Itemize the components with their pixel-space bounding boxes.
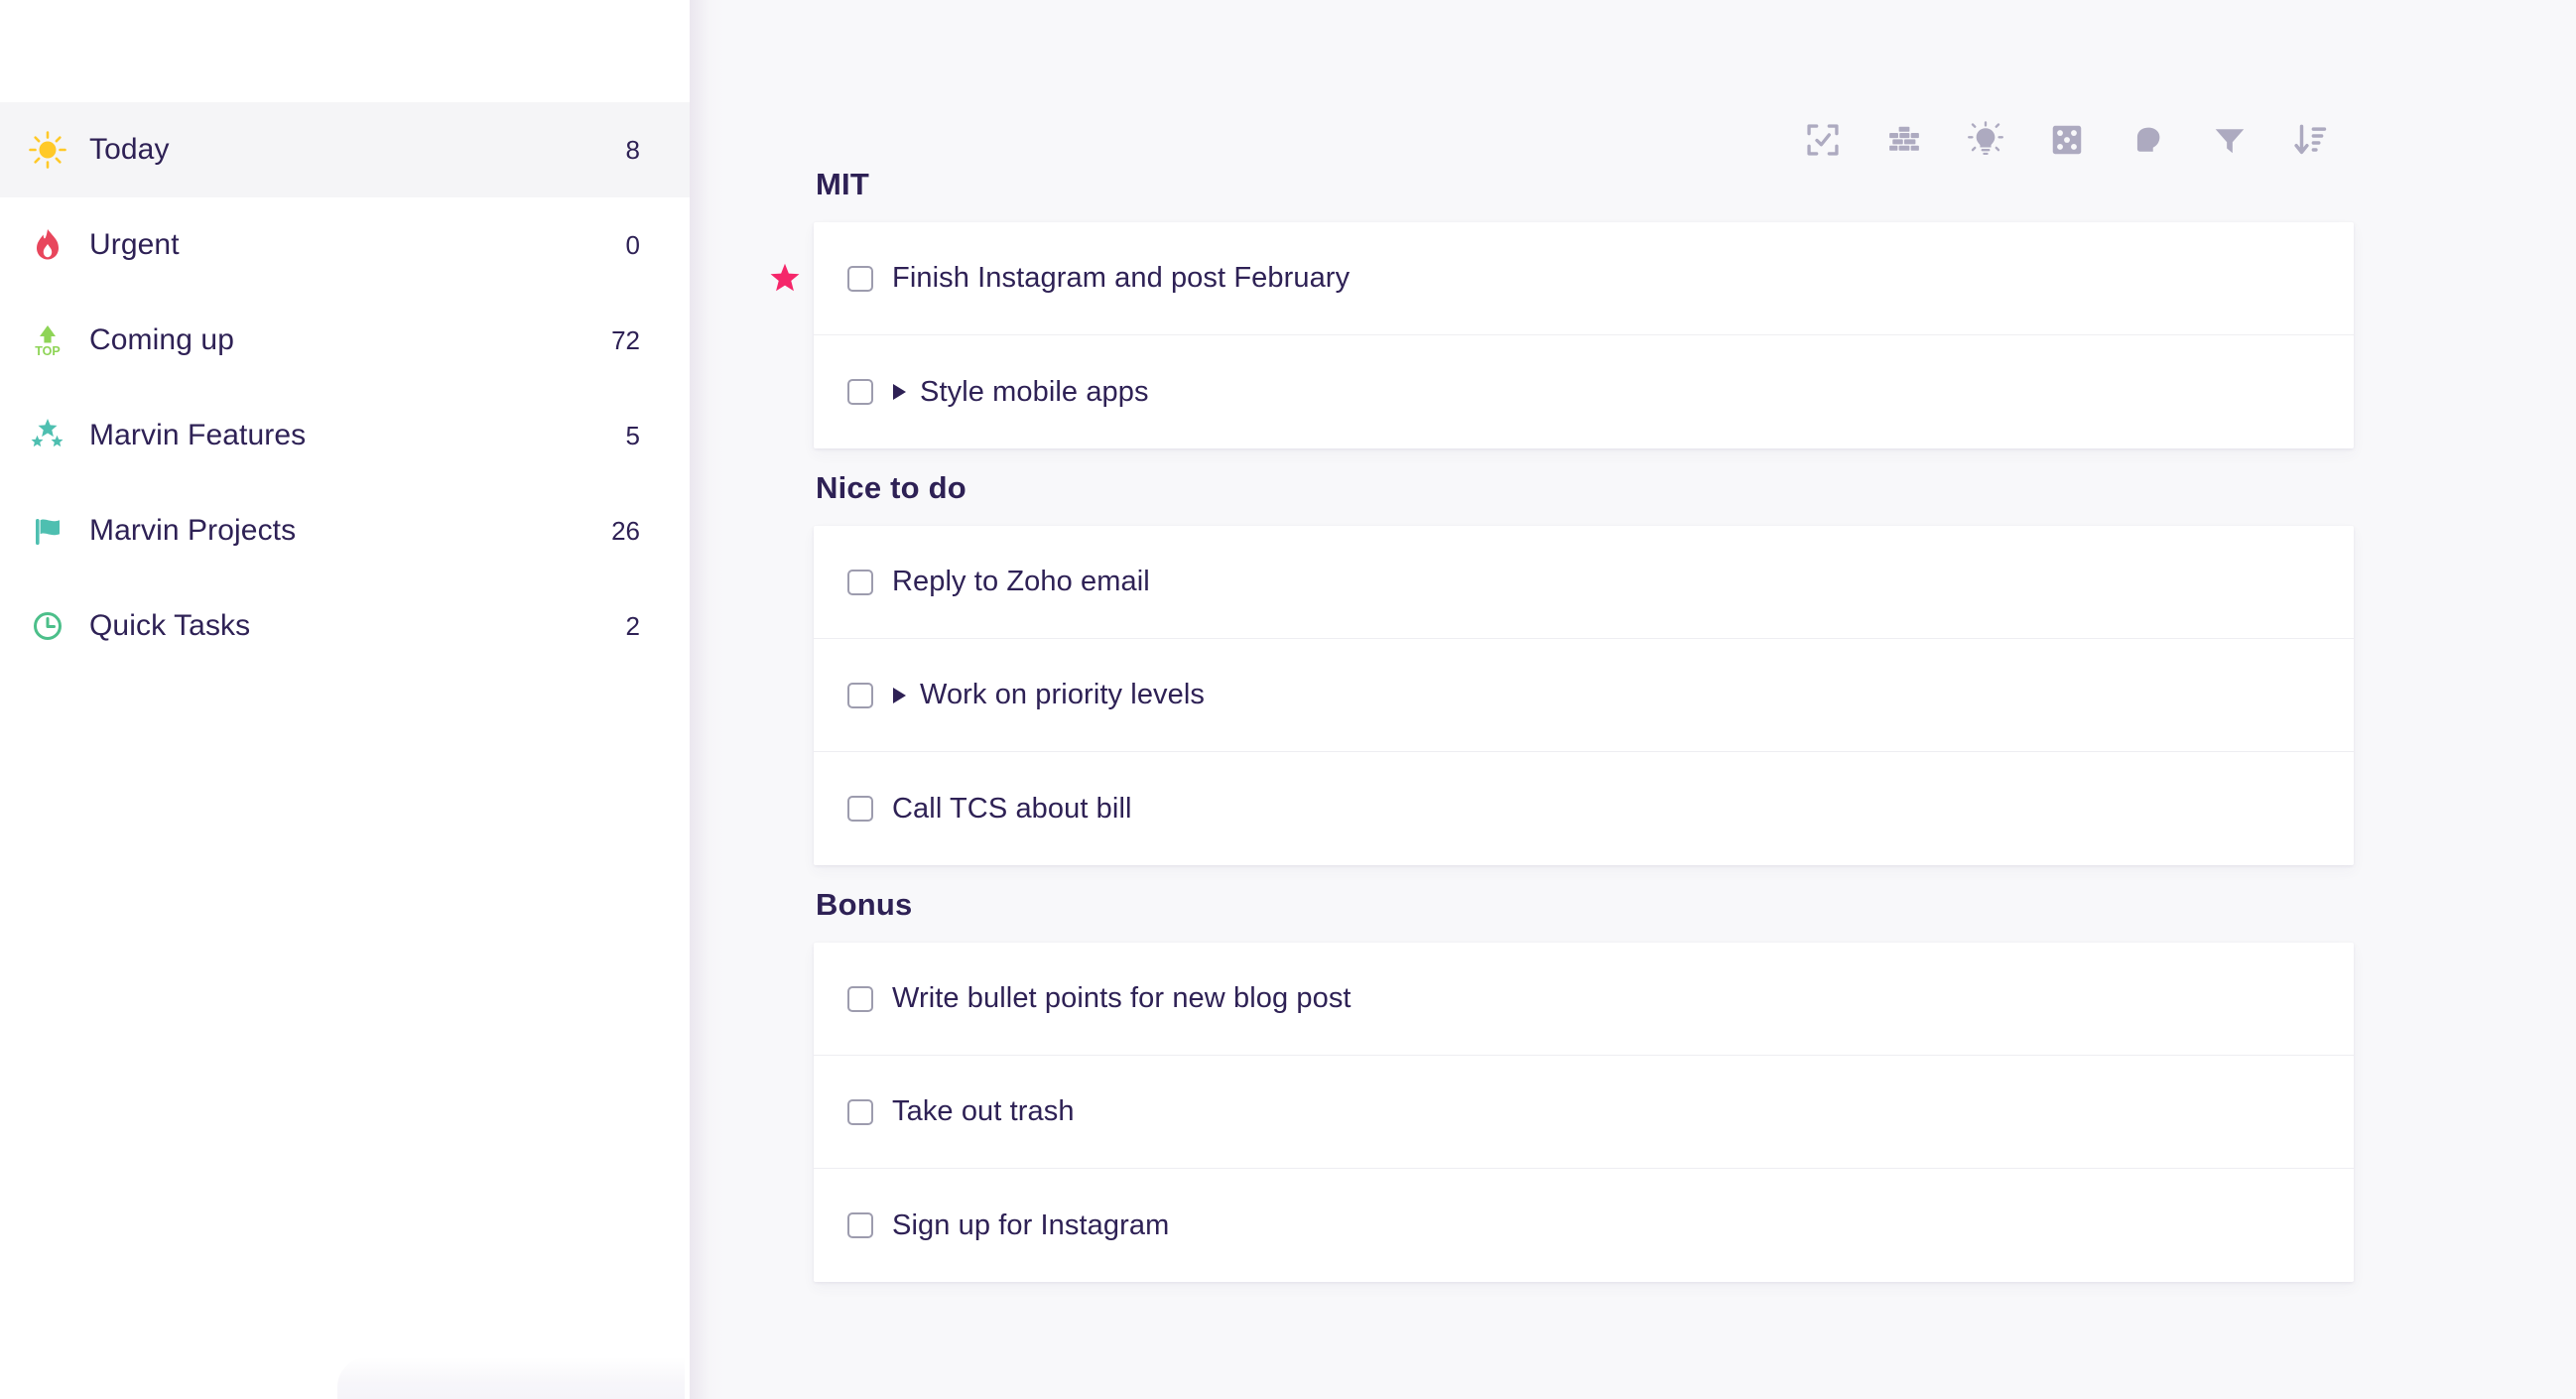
sidebar-item-label: Marvin Projects xyxy=(73,514,611,548)
svg-text:TOP: TOP xyxy=(35,344,60,358)
top-arrow-icon: TOP xyxy=(22,320,73,360)
app-root: Today8Urgent0TOPComing up72Marvin Featur… xyxy=(0,0,2576,1399)
task-title: Sign up for Instagram xyxy=(892,1209,1169,1242)
view-toolbar xyxy=(1802,117,2332,163)
chevron-right-icon[interactable] xyxy=(893,688,906,703)
three-stars-icon xyxy=(22,416,73,455)
task-title: Take out trash xyxy=(892,1095,1075,1128)
task-title: Reply to Zoho email xyxy=(892,566,1150,598)
sun-icon xyxy=(22,130,73,170)
task-row[interactable]: Work on priority levels xyxy=(814,639,2354,752)
task-row[interactable]: Sign up for Instagram xyxy=(814,1169,2354,1282)
task-title: Call TCS about bill xyxy=(892,793,1132,826)
task-section: Nice to do Reply to Zoho email Work on pri… xyxy=(814,470,2354,865)
focus-mode-icon[interactable] xyxy=(1802,117,1844,163)
sidebar-item-count: 0 xyxy=(626,230,662,261)
task-title: Write bullet points for new blog post xyxy=(892,982,1352,1015)
sidebar: Today8Urgent0TOPComing up72Marvin Featur… xyxy=(0,0,690,1399)
sidebar-item-count: 8 xyxy=(626,135,662,166)
task-checkbox[interactable] xyxy=(847,796,873,822)
sidebar-item-count: 2 xyxy=(626,611,662,642)
main-panel: MIT Finish Instagram and post February Sty… xyxy=(690,0,2576,1399)
task-list-container: MIT Finish Instagram and post February Sty… xyxy=(814,167,2354,1304)
sidebar-item-label: Quick Tasks xyxy=(73,609,626,643)
sidebar-nav-list: Today8Urgent0TOPComing up72Marvin Featur… xyxy=(0,102,690,674)
sidebar-header xyxy=(0,0,690,102)
task-row[interactable]: Style mobile apps xyxy=(814,335,2354,448)
task-checkbox[interactable] xyxy=(847,379,873,405)
section-title: MIT xyxy=(814,167,2354,222)
sidebar-item-label: Urgent xyxy=(73,228,626,262)
star-icon[interactable] xyxy=(767,261,803,297)
task-row[interactable]: Finish Instagram and post February xyxy=(814,222,2354,335)
sidebar-item-marvin-projects[interactable]: Marvin Projects26 xyxy=(0,483,690,578)
section-title: Nice to do xyxy=(814,470,2354,526)
task-checkbox[interactable] xyxy=(847,1099,873,1125)
sidebar-item-coming-up[interactable]: TOP Coming up72 xyxy=(0,293,690,388)
sidebar-item-count: 5 xyxy=(626,421,662,451)
sidebar-item-marvin-features[interactable]: Marvin Features5 xyxy=(0,388,690,483)
label-icon[interactable] xyxy=(2127,117,2169,163)
task-checkbox[interactable] xyxy=(847,1212,873,1238)
task-title: Work on priority levels xyxy=(920,679,1205,711)
clock-icon xyxy=(22,606,73,646)
sidebar-item-count: 72 xyxy=(611,325,662,356)
sidebar-item-today[interactable]: Today8 xyxy=(0,102,690,197)
task-checkbox[interactable] xyxy=(847,683,873,708)
task-title: Style mobile apps xyxy=(920,376,1149,409)
flag-icon xyxy=(22,511,73,551)
chevron-right-icon[interactable] xyxy=(893,384,906,400)
sidebar-item-quick-tasks[interactable]: Quick Tasks2 xyxy=(0,578,690,674)
task-card: Finish Instagram and post February Style … xyxy=(814,222,2354,448)
sidebar-bottom-fade xyxy=(337,1357,685,1399)
lightbulb-icon[interactable] xyxy=(1965,117,2006,163)
sidebar-item-label: Marvin Features xyxy=(73,419,626,452)
task-checkbox[interactable] xyxy=(847,986,873,1012)
task-row[interactable]: Take out trash xyxy=(814,1056,2354,1169)
task-row[interactable]: Write bullet points for new blog post xyxy=(814,943,2354,1056)
dice-icon[interactable] xyxy=(2046,117,2088,163)
task-card: Reply to Zoho email Work on priority leve… xyxy=(814,526,2354,865)
brick-wall-icon[interactable] xyxy=(1883,117,1925,163)
filter-icon[interactable] xyxy=(2209,117,2251,163)
task-card: Write bullet points for new blog post Tak… xyxy=(814,943,2354,1282)
task-row[interactable]: Reply to Zoho email xyxy=(814,526,2354,639)
sidebar-item-urgent[interactable]: Urgent0 xyxy=(0,197,690,293)
sort-icon[interactable] xyxy=(2290,117,2332,163)
task-checkbox[interactable] xyxy=(847,570,873,595)
section-title: Bonus xyxy=(814,887,2354,943)
sidebar-item-count: 26 xyxy=(611,516,662,547)
sidebar-item-label: Coming up xyxy=(73,323,611,357)
task-checkbox[interactable] xyxy=(847,266,873,292)
task-row[interactable]: Call TCS about bill xyxy=(814,752,2354,865)
task-title: Finish Instagram and post February xyxy=(892,262,1350,295)
task-section: BonusWrite bullet points for new blog po… xyxy=(814,887,2354,1282)
sidebar-item-label: Today xyxy=(73,133,626,167)
flame-icon xyxy=(22,225,73,265)
task-section: MIT Finish Instagram and post February Sty… xyxy=(814,167,2354,448)
